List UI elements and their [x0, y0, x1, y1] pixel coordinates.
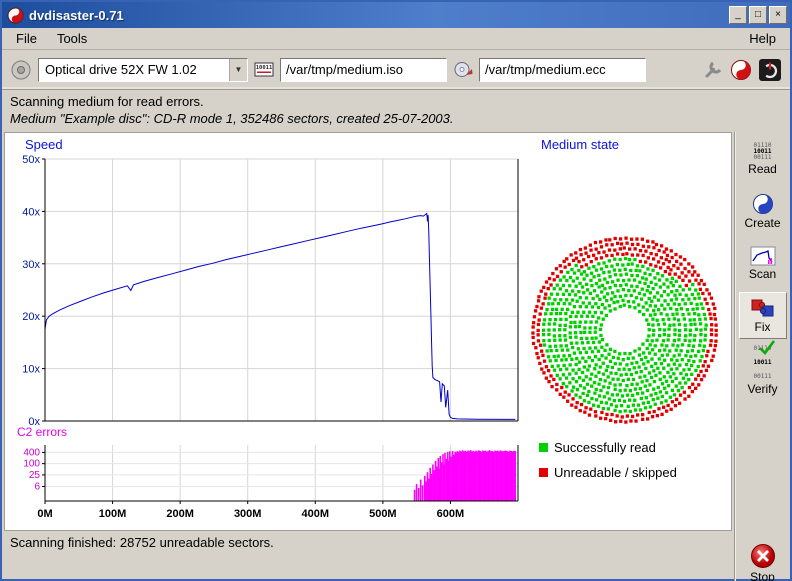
main-row: 0x10x20x30x40x50x6251004000M100M200M300M… — [2, 132, 790, 581]
medium-state-disc — [531, 237, 718, 424]
status-line1: Scanning medium for read errors. — [10, 94, 782, 109]
svg-text:400: 400 — [23, 447, 40, 458]
svg-text:50x: 50x — [22, 154, 40, 166]
preferences-button[interactable] — [702, 59, 724, 81]
stop-icon — [750, 543, 776, 569]
quit-button[interactable] — [758, 58, 782, 82]
window-title: dvdisaster-0.71 — [29, 8, 727, 23]
menu-help[interactable]: Help — [739, 29, 786, 48]
svg-text:400M: 400M — [302, 508, 330, 520]
check-icon — [757, 337, 777, 357]
drive-selector-value: Optical drive 52X FW 1.02 — [39, 59, 229, 81]
chevron-down-icon[interactable]: ▼ — [229, 59, 247, 81]
svg-text:300M: 300M — [234, 508, 262, 520]
menu-file[interactable]: File — [6, 29, 47, 48]
fix-label: Fix — [755, 320, 771, 334]
svg-text:10x: 10x — [22, 364, 40, 376]
binary-icon: 01110 10011 00111 — [753, 143, 771, 161]
titlebar: dvdisaster-0.71 _ □ × — [2, 2, 790, 28]
svg-text:Medium state: Medium state — [541, 137, 619, 152]
app-window: dvdisaster-0.71 _ □ × File Tools Help Op… — [0, 0, 792, 581]
svg-text:10011: 10011 — [256, 65, 273, 71]
create-label: Create — [744, 216, 780, 230]
svg-text:Unreadable / skipped: Unreadable / skipped — [554, 465, 677, 480]
read-label: Read — [748, 162, 777, 176]
about-button[interactable] — [730, 59, 752, 81]
dvdisaster-logo-icon — [730, 59, 752, 81]
power-icon — [758, 58, 782, 82]
svg-text:0M: 0M — [37, 508, 52, 520]
yin-yang-icon — [752, 193, 774, 215]
image-file-input[interactable] — [280, 58, 447, 82]
verify-button[interactable]: 01110 10011 00111 Verify — [739, 344, 787, 391]
create-button[interactable]: Create — [739, 188, 787, 235]
left-column: 0x10x20x30x40x50x6251004000M100M200M300M… — [2, 132, 734, 581]
scan-button[interactable]: Scan — [739, 240, 787, 287]
svg-text:200M: 200M — [166, 508, 194, 520]
legend-swatch — [539, 468, 548, 477]
drive-eject-button[interactable] — [10, 59, 32, 81]
action-sidebar: 01110 10011 00111 Read Create — [734, 132, 790, 581]
menubar: File Tools Help — [2, 28, 790, 50]
menu-tools[interactable]: Tools — [47, 29, 97, 48]
close-button[interactable]: × — [769, 6, 787, 24]
status-line2: Medium "Example disc": CD-R mode 1, 3524… — [10, 111, 782, 126]
puzzle-icon — [750, 297, 776, 319]
scan-result-status: Scanning finished: 28752 unreadable sect… — [2, 531, 734, 554]
svg-text:Successfully read: Successfully read — [554, 440, 656, 455]
toolbar: Optical drive 52X FW 1.02 ▼ 10011 — [2, 50, 790, 90]
svg-text:20x: 20x — [22, 311, 40, 323]
status-area: Scanning medium for read errors. Medium … — [2, 90, 790, 132]
svg-text:30x: 30x — [22, 259, 40, 271]
maximize-button[interactable]: □ — [749, 6, 767, 24]
stop-button[interactable]: Stop — [739, 540, 787, 581]
svg-text:500M: 500M — [369, 508, 397, 520]
minimize-button[interactable]: _ — [729, 6, 747, 24]
svg-text:25: 25 — [29, 470, 41, 481]
fix-button[interactable]: Fix — [739, 292, 787, 339]
ecc-file-icon — [453, 61, 473, 78]
legend-swatch — [539, 443, 548, 452]
svg-text:600M: 600M — [437, 508, 465, 520]
wrench-icon — [702, 59, 724, 81]
scan-chart-icon — [750, 246, 776, 266]
verify-label: Verify — [747, 382, 777, 396]
app-icon — [7, 7, 24, 24]
read-button[interactable]: 01110 10011 00111 Read — [739, 136, 787, 183]
verify-icon: 01110 10011 00111 — [753, 339, 771, 381]
ecc-file-input[interactable] — [479, 58, 646, 82]
scan-charts: 0x10x20x30x40x50x6251004000M100M200M300M… — [5, 133, 731, 527]
c2-error-bars — [414, 450, 516, 501]
drive-icon — [10, 59, 32, 81]
stop-label: Stop — [750, 570, 775, 581]
svg-text:6: 6 — [34, 481, 40, 492]
svg-text:40x: 40x — [22, 206, 40, 218]
medium-state-legend: Successfully read Unreadable / skipped — [539, 440, 677, 480]
image-file-icon: 10011 — [254, 61, 274, 78]
svg-text:Speed: Speed — [25, 137, 63, 152]
chart-pane: 0x10x20x30x40x50x6251004000M100M200M300M… — [4, 132, 732, 531]
svg-text:100: 100 — [23, 459, 40, 470]
drive-selector[interactable]: Optical drive 52X FW 1.02 ▼ — [38, 58, 248, 82]
svg-text:C2 errors: C2 errors — [17, 425, 67, 439]
svg-text:100M: 100M — [99, 508, 127, 520]
scan-label: Scan — [749, 267, 776, 281]
